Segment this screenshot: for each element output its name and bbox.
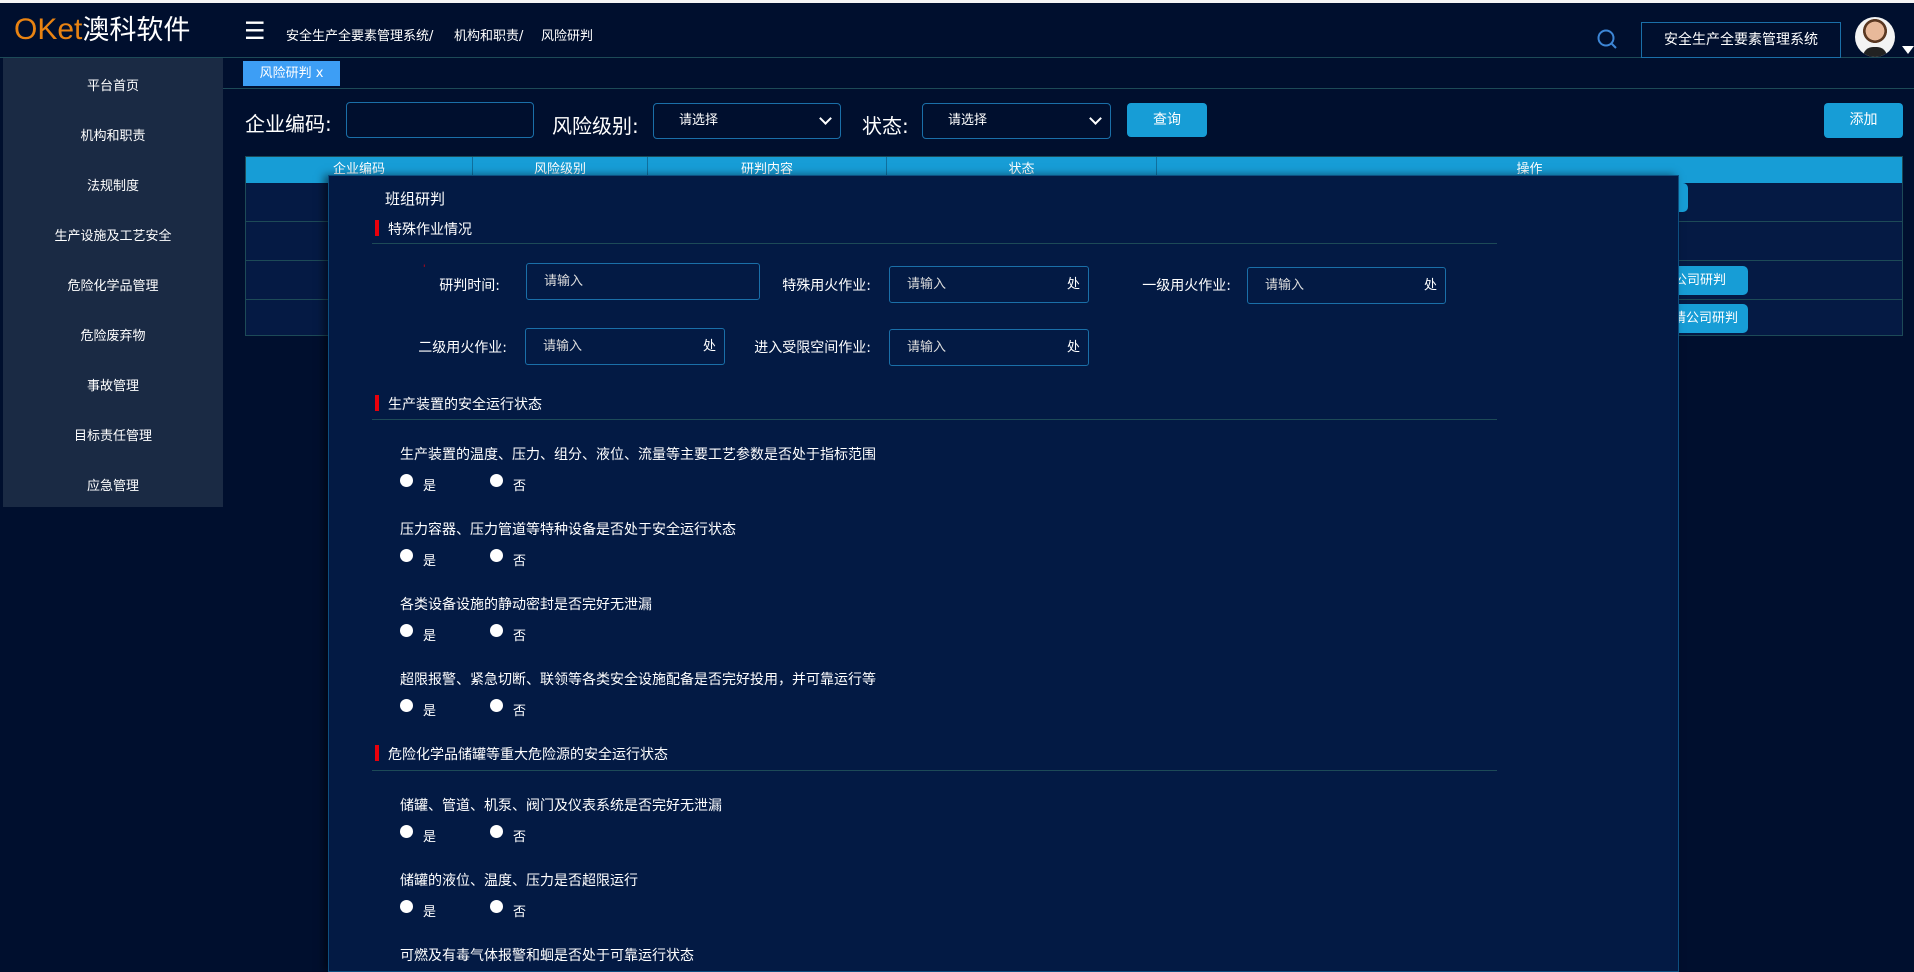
radio-yes[interactable] bbox=[400, 624, 413, 637]
top-header: OKet澳科软件 ☰ 安全生产全要素管理系统/ 机构和职责/ 风险研判 安全生产… bbox=[0, 3, 1914, 58]
radio-no[interactable] bbox=[490, 474, 503, 487]
radio-no[interactable] bbox=[490, 624, 503, 637]
required-mark: ' bbox=[423, 264, 425, 274]
section-heading-hazard-sources: 危险化学品储罐等重大危险源的安全运行状态 bbox=[388, 744, 668, 764]
question-text: 储罐、管道、机泵、阀门及仪表系统是否完好无泄漏 bbox=[400, 795, 722, 815]
company-code-input[interactable] bbox=[346, 102, 534, 138]
special-fire-label: 特殊用火作业: bbox=[731, 275, 871, 295]
status-value: 请选择 bbox=[948, 113, 987, 128]
chevron-down-icon bbox=[1089, 112, 1102, 125]
radio-yes[interactable] bbox=[400, 699, 413, 712]
unit-label: 处 bbox=[1424, 268, 1437, 303]
section-divider bbox=[372, 243, 1497, 244]
sidebar-item-waste[interactable]: 危险废弃物 bbox=[3, 325, 223, 344]
radio-label-yes: 是 bbox=[423, 475, 436, 494]
radio-yes[interactable] bbox=[400, 900, 413, 913]
radio-no[interactable] bbox=[490, 900, 503, 913]
radio-yes[interactable] bbox=[400, 825, 413, 838]
radio-no[interactable] bbox=[490, 699, 503, 712]
tab-risk-assessment[interactable]: 风险研判 x bbox=[243, 61, 340, 86]
section-heading-production: 生产装置的安全运行状态 bbox=[388, 394, 542, 414]
sidebar-item-emergency[interactable]: 应急管理 bbox=[3, 475, 223, 494]
radio-label-no: 否 bbox=[513, 550, 526, 569]
radio-label-no: 否 bbox=[513, 475, 526, 494]
radio-label-yes: 是 bbox=[423, 550, 436, 569]
question-text: 各类设备设施的静动密封是否完好无泄漏 bbox=[400, 594, 652, 614]
confined-space-input[interactable]: 请输入 处 bbox=[889, 329, 1089, 366]
radio-yes[interactable] bbox=[400, 474, 413, 487]
caret-down-icon[interactable] bbox=[1902, 46, 1914, 54]
logo: OKet澳科软件 bbox=[14, 13, 190, 48]
search-icon[interactable] bbox=[1596, 28, 1618, 50]
level2-fire-label: 二级用火作业: bbox=[367, 337, 507, 357]
modal-title: 班组研判 bbox=[385, 188, 445, 209]
risk-level-value: 请选择 bbox=[679, 113, 718, 128]
breadcrumb-current: 风险研判 bbox=[541, 25, 593, 44]
question-text: 生产装置的温度、压力、组分、液位、流量等主要工艺参数是否处于指标范围 bbox=[400, 444, 876, 464]
system-switch-button[interactable]: 安全生产全要素管理系统 bbox=[1641, 22, 1841, 58]
radio-no[interactable] bbox=[490, 825, 503, 838]
question-text: 储罐的液位、温度、压力是否超限运行 bbox=[400, 870, 638, 890]
sidebar-item-org[interactable]: 机构和职责 bbox=[3, 125, 223, 144]
risk-level-label: 风险级别: bbox=[552, 110, 639, 139]
radio-label-no: 否 bbox=[513, 700, 526, 719]
tab-bar bbox=[223, 58, 1914, 89]
radio-label-yes: 是 bbox=[423, 826, 436, 845]
breadcrumb-org[interactable]: 机构和职责/ bbox=[454, 25, 523, 44]
section-heading-special-ops: 特殊作业情况 bbox=[388, 219, 472, 239]
radio-label-no: 否 bbox=[513, 625, 526, 644]
sidebar: 平台首页 机构和职责 法规制度 生产设施及工艺安全 危险化学品管理 危险废弃物 … bbox=[3, 58, 223, 507]
logo-brand: OKet bbox=[14, 13, 82, 46]
hamburger-menu-icon[interactable]: ☰ bbox=[244, 19, 266, 43]
user-avatar[interactable] bbox=[1855, 17, 1895, 57]
sidebar-item-accidents[interactable]: 事故管理 bbox=[3, 375, 223, 394]
section-divider bbox=[372, 419, 1497, 420]
level1-fire-input[interactable]: 请输入 处 bbox=[1247, 267, 1446, 304]
radio-label-yes: 是 bbox=[423, 700, 436, 719]
radio-label-yes: 是 bbox=[423, 625, 436, 644]
section-divider bbox=[372, 770, 1497, 771]
sidebar-item-home[interactable]: 平台首页 bbox=[3, 75, 223, 94]
unit-label: 处 bbox=[1067, 330, 1080, 365]
placeholder: 请输入 bbox=[543, 339, 582, 354]
question-text: 可燃及有毒气体报警和蛔是否处于可靠运行状态 bbox=[400, 945, 694, 965]
placeholder: 请输入 bbox=[544, 274, 583, 289]
unit-label: 处 bbox=[1067, 267, 1080, 302]
unit-label: 处 bbox=[703, 329, 716, 364]
placeholder: 请输入 bbox=[1265, 278, 1304, 293]
level1-fire-label: 一级用火作业: bbox=[1091, 275, 1231, 295]
placeholder: 请输入 bbox=[907, 277, 946, 292]
sidebar-item-targets[interactable]: 目标责任管理 bbox=[3, 425, 223, 444]
radio-label-yes: 是 bbox=[423, 901, 436, 920]
level2-fire-input[interactable]: 请输入 处 bbox=[525, 328, 725, 365]
radio-label-no: 否 bbox=[513, 901, 526, 920]
assessment-time-input[interactable]: 请输入 bbox=[526, 263, 760, 300]
logo-text: 澳科软件 bbox=[82, 15, 190, 46]
company-code-label: 企业编码: bbox=[245, 108, 332, 137]
special-fire-input[interactable]: 请输入 处 bbox=[889, 266, 1089, 303]
question-text: 超限报警、紧急切断、联领等各类安全设施配备是否完好投用，并可靠运行等 bbox=[400, 669, 876, 689]
breadcrumb-system[interactable]: 安全生产全要素管理系统/ bbox=[286, 25, 433, 44]
chevron-down-icon bbox=[819, 112, 832, 125]
query-button[interactable]: 查询 bbox=[1127, 103, 1207, 137]
radio-yes[interactable] bbox=[400, 549, 413, 562]
sidebar-item-chemicals[interactable]: 危险化学品管理 bbox=[3, 275, 223, 294]
placeholder: 请输入 bbox=[907, 340, 946, 355]
status-label: 状态: bbox=[862, 110, 909, 139]
radio-label-no: 否 bbox=[513, 826, 526, 845]
sidebar-item-facilities[interactable]: 生产设施及工艺安全 bbox=[3, 225, 223, 244]
confined-space-label: 进入受限空间作业: bbox=[731, 337, 871, 357]
sidebar-item-regulations[interactable]: 法规制度 bbox=[3, 175, 223, 194]
status-select[interactable]: 请选择 bbox=[922, 103, 1111, 139]
radio-no[interactable] bbox=[490, 549, 503, 562]
team-assessment-modal: 班组研判 特殊作业情况 ' 研判时间: 请输入 特殊用火作业: 请输入处 一级用… bbox=[328, 175, 1679, 972]
question-text: 压力容器、压力管道等特种设备是否处于安全运行状态 bbox=[400, 519, 736, 539]
risk-level-select[interactable]: 请选择 bbox=[653, 103, 841, 139]
assessment-time-label: 研判时间: bbox=[360, 275, 500, 295]
add-button[interactable]: 添加 bbox=[1824, 103, 1903, 138]
